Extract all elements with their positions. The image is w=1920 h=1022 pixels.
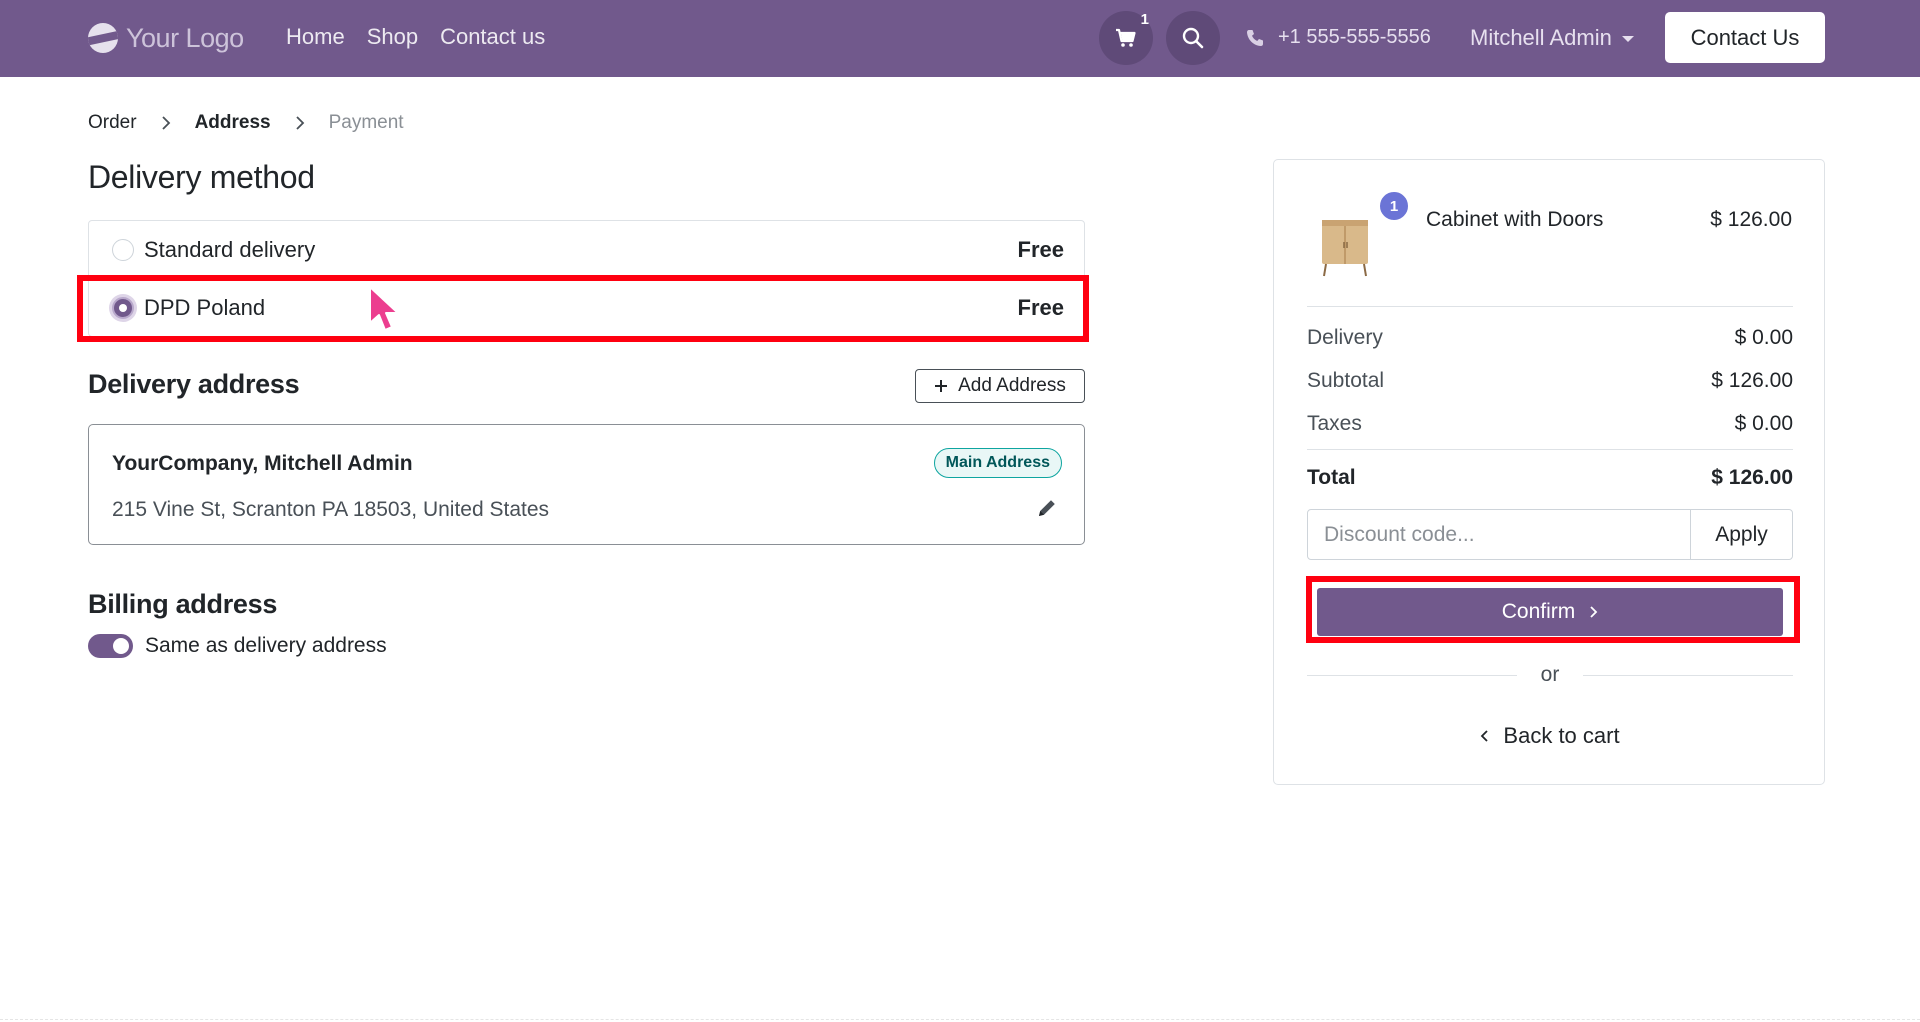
- back-to-cart-link[interactable]: Back to cart: [1274, 723, 1826, 749]
- delivery-address-card[interactable]: YourCompany, Mitchell Admin 215 Vine St,…: [88, 424, 1085, 545]
- chevron-right-icon: [295, 116, 305, 130]
- chevron-left-icon: [1481, 730, 1489, 742]
- cart-icon: [1116, 28, 1136, 47]
- or-separator: or: [1307, 663, 1793, 687]
- summary-row-total: Total $ 126.00: [1307, 466, 1793, 490]
- checkout-breadcrumb: Order Address Payment: [88, 112, 404, 134]
- chevron-down-icon: [1621, 36, 1634, 42]
- or-label: or: [1540, 663, 1560, 686]
- top-navbar: Your Logo Home Shop Contact us 1 +1 555-…: [0, 0, 1920, 77]
- summary-row-taxes: Taxes $ 0.00: [1307, 412, 1793, 436]
- summary-row-delivery: Delivery $ 0.00: [1307, 326, 1793, 350]
- nav-link-home[interactable]: Home: [286, 24, 345, 50]
- chevron-right-icon: [1590, 606, 1598, 618]
- delivery-address-heading: Delivery address: [88, 369, 300, 399]
- summary-row-subtotal: Subtotal $ 126.00: [1307, 369, 1793, 393]
- order-summary-card: 1 Cabinet with Doors $ 126.00 Delivery $…: [1273, 159, 1825, 785]
- same-as-delivery-label[interactable]: Same as delivery address: [145, 634, 387, 658]
- chevron-right-icon: [161, 116, 171, 130]
- logo-icon: [88, 23, 118, 53]
- add-address-label: Add Address: [958, 375, 1066, 396]
- discount-code-input[interactable]: [1308, 510, 1690, 559]
- total-label: Total: [1307, 466, 1356, 489]
- delivery-method-heading: Delivery method: [88, 159, 315, 195]
- phone-icon: [1247, 29, 1263, 46]
- main-address-badge: Main Address: [933, 448, 1062, 478]
- summary-value: $ 0.00: [1734, 412, 1793, 435]
- search-icon: [1182, 27, 1204, 49]
- pencil-icon[interactable]: [1036, 497, 1058, 519]
- confirm-label: Confirm: [1501, 600, 1576, 623]
- nav-link-contact[interactable]: Contact us: [440, 24, 545, 50]
- summary-value: $ 0.00: [1734, 326, 1793, 349]
- billing-address-heading: Billing address: [88, 589, 278, 619]
- address-name: YourCompany, Mitchell Admin: [112, 452, 413, 475]
- product-image[interactable]: [1314, 210, 1376, 280]
- same-as-delivery-toggle[interactable]: [88, 634, 133, 658]
- phone-link[interactable]: +1 555-555-5556: [1246, 26, 1431, 49]
- breadcrumb-payment: Payment: [328, 112, 404, 133]
- summary-label: Taxes: [1307, 412, 1362, 435]
- search-button[interactable]: [1166, 11, 1220, 65]
- delivery-option-price: Free: [1017, 295, 1064, 320]
- cart-count-badge: 1: [1140, 11, 1149, 28]
- user-name: Mitchell Admin: [1470, 25, 1612, 50]
- radio-dpd-poland[interactable]: [112, 297, 134, 319]
- user-menu-dropdown[interactable]: Mitchell Admin: [1470, 25, 1634, 51]
- summary-label: Delivery: [1307, 326, 1383, 349]
- mouse-cursor-icon: [369, 286, 399, 331]
- same-as-delivery-row: Same as delivery address: [88, 634, 387, 658]
- breadcrumb-address: Address: [194, 112, 271, 133]
- back-to-cart-label: Back to cart: [1503, 723, 1620, 748]
- contact-us-button[interactable]: Contact Us: [1665, 12, 1825, 63]
- total-value: $ 126.00: [1711, 466, 1793, 489]
- nav-link-shop[interactable]: Shop: [367, 24, 418, 50]
- add-address-button[interactable]: Add Address: [915, 369, 1085, 403]
- delivery-option-price: Free: [1017, 236, 1064, 262]
- confirm-button[interactable]: Confirm: [1317, 588, 1783, 636]
- apply-discount-button[interactable]: Apply: [1690, 510, 1792, 559]
- delivery-option-label: Standard delivery: [144, 236, 316, 262]
- discount-code-group: Apply: [1307, 509, 1793, 560]
- product-price: $ 126.00: [1710, 208, 1792, 231]
- product-quantity-badge: 1: [1377, 189, 1411, 223]
- product-name[interactable]: Cabinet with Doors: [1426, 208, 1603, 232]
- summary-label: Subtotal: [1307, 369, 1385, 392]
- site-logo[interactable]: Your Logo: [88, 22, 244, 54]
- logo-text: Your Logo: [126, 22, 244, 53]
- summary-divider: [1307, 449, 1793, 450]
- plus-icon: [935, 380, 948, 392]
- delivery-option-dpd-poland[interactable]: DPD Poland Free: [89, 279, 1086, 337]
- summary-divider: [1307, 306, 1793, 307]
- delivery-option-standard[interactable]: Standard delivery Free: [89, 221, 1086, 279]
- radio-standard-delivery[interactable]: [112, 238, 134, 261]
- cart-button[interactable]: 1: [1099, 11, 1153, 65]
- phone-number: +1 555-555-5556: [1278, 26, 1431, 48]
- page-bottom-divider: [0, 1019, 1920, 1020]
- address-line: 215 Vine St, Scranton PA 18503, United S…: [112, 498, 550, 521]
- nav-links: Home Shop Contact us: [286, 24, 545, 50]
- delivery-option-label: DPD Poland: [144, 295, 266, 320]
- delivery-options-list: Standard delivery Free DPD Poland Free: [88, 220, 1086, 337]
- breadcrumb-order[interactable]: Order: [88, 112, 137, 134]
- summary-value: $ 126.00: [1711, 369, 1793, 392]
